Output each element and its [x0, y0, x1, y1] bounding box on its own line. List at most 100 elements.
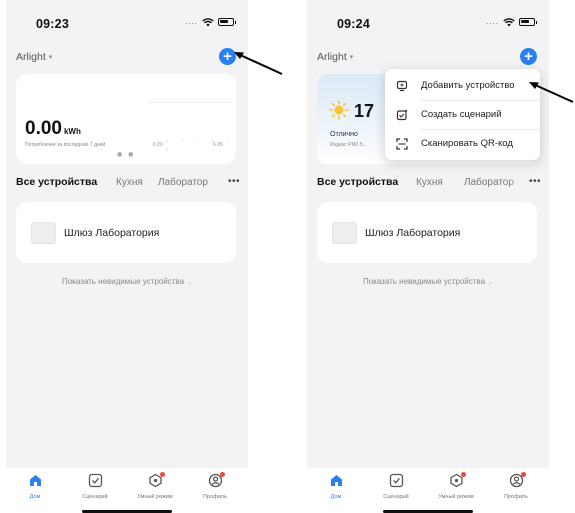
- battery-icon: [519, 18, 537, 26]
- add-device-icon: [396, 80, 408, 92]
- nav-label-smart-mode: Умный режим: [137, 494, 173, 500]
- energy-unit: kWh: [63, 127, 81, 136]
- menu-label-scan-qr: Сканировать QR-код: [421, 138, 513, 149]
- nav-item-scenario[interactable]: Сценарий: [368, 473, 424, 500]
- home-icon: [29, 475, 41, 486]
- home-name: Arlight: [16, 51, 46, 63]
- menu-label-create-scenario: Создать сценарий: [421, 109, 502, 120]
- nav-item-profile[interactable]: Профиль: [187, 472, 243, 500]
- chevron-down-icon: ⌄: [187, 280, 193, 286]
- show-hidden-devices-link[interactable]: Показать невидимые устройства ⌄: [6, 277, 248, 286]
- air-quality-label: Отлично: [330, 131, 358, 138]
- smart-mode-icon-wrap: [148, 472, 165, 488]
- air-index-label: Индекс PM2.5...: [330, 142, 367, 148]
- chart-tick-start: 6.20: [153, 142, 163, 148]
- tab-fade: [206, 176, 228, 192]
- energy-card[interactable]: 0.00 kWh Потребление за последние 7 дней …: [16, 74, 236, 164]
- menu-label-add-device: Добавить устройство: [421, 80, 515, 91]
- nav-label-smart-mode: Умный режим: [438, 494, 474, 500]
- profile-icon-wrap: [208, 472, 225, 488]
- caret-down-icon: ▾: [349, 54, 354, 61]
- arrow-icon: [529, 82, 574, 103]
- phone-screen-left: 09:23 .... Arlight ▾ + 0.00 kWh Потреблен…: [6, 0, 248, 513]
- menu-item-scan-qr[interactable]: Сканировать QR-код: [385, 129, 540, 159]
- status-bar: 09:23 ....: [6, 0, 248, 42]
- nav-label-profile: Профиль: [203, 494, 227, 500]
- sun-icon: [329, 100, 349, 120]
- home-name: Arlight: [317, 51, 347, 63]
- phone-screen-right: 09:24 .... Arlight ▾ + 17 Отлично Индекс…: [307, 0, 549, 513]
- show-hidden-devices-label: Показать невидимые устройства: [362, 277, 486, 286]
- status-time: 09:23: [36, 17, 69, 31]
- gateway-icon: [332, 222, 357, 244]
- energy-value: 0.00 kWh: [25, 118, 81, 140]
- signal-icon: ....: [486, 18, 499, 26]
- menu-item-add-device[interactable]: Добавить устройство: [385, 71, 540, 101]
- tab-kitchen[interactable]: Кухня: [416, 177, 443, 188]
- notification-badge: [159, 472, 165, 477]
- nav-item-scenario[interactable]: Сценарий: [67, 473, 123, 500]
- status-icons: ....: [185, 17, 236, 27]
- status-time: 09:24: [337, 17, 370, 31]
- menu-item-create-scenario[interactable]: Создать сценарий: [385, 100, 540, 130]
- home-header: Arlight ▾ +: [16, 48, 236, 68]
- device-card[interactable]: Шлюз Лаборатория: [16, 202, 236, 263]
- nav-label-home: Дом: [330, 494, 342, 500]
- room-tabs: Все устройства Кухня Лаборатор •••: [16, 176, 240, 192]
- nav-item-home[interactable]: Дом: [308, 473, 364, 500]
- signal-icon: ....: [185, 18, 198, 26]
- tab-all-devices[interactable]: Все устройства: [16, 176, 97, 188]
- wifi-icon: [202, 18, 214, 27]
- notification-badge: [520, 472, 526, 477]
- status-icons: ....: [486, 17, 537, 27]
- nav-item-profile[interactable]: Профиль: [488, 472, 544, 500]
- status-bar: 09:24 ....: [307, 0, 549, 42]
- nav-item-home[interactable]: Дом: [7, 473, 63, 500]
- temperature: 17: [354, 101, 375, 121]
- create-scenario-icon: [396, 109, 408, 121]
- device-name: Шлюз Лаборатория: [365, 227, 461, 239]
- more-icon[interactable]: •••: [228, 176, 240, 187]
- chart-gridline: [148, 102, 230, 103]
- tab-fade: [507, 176, 529, 192]
- smart-mode-icon-wrap: [449, 472, 466, 488]
- show-hidden-devices-label: Показать невидимые устройства: [61, 277, 185, 286]
- device-card[interactable]: Шлюз Лаборатория: [317, 202, 537, 263]
- device-name: Шлюз Лаборатория: [64, 227, 160, 239]
- tab-kitchen[interactable]: Кухня: [116, 177, 143, 188]
- scenario-icon: [88, 473, 102, 488]
- home-selector[interactable]: Arlight ▾: [317, 51, 353, 63]
- add-dropdown-menu: Добавить устройство Создать сценарий Ска…: [385, 69, 540, 160]
- energy-number: 0.00: [25, 118, 62, 139]
- room-tabs: Все устройства Кухня Лаборатор •••: [317, 176, 541, 192]
- wifi-icon: [503, 18, 515, 27]
- tab-all-devices[interactable]: Все устройства: [317, 176, 398, 188]
- chart-dots: · · · · · ·: [166, 137, 234, 155]
- bottom-nav: Дом Сценарий Умный режим Профиль: [6, 468, 248, 513]
- nav-label-scenario: Сценарий: [383, 494, 409, 500]
- nav-item-smart-mode[interactable]: Умный режим: [428, 472, 484, 500]
- battery-icon: [218, 18, 236, 26]
- profile-icon-wrap: [509, 472, 526, 488]
- home-selector[interactable]: Arlight ▾: [16, 51, 52, 63]
- energy-caption: Потребление за последние 7 дней: [25, 142, 106, 148]
- add-button[interactable]: +: [520, 48, 537, 65]
- show-hidden-devices-link[interactable]: Показать невидимые устройства ⌄: [307, 277, 549, 286]
- nav-label-home: Дом: [29, 494, 41, 500]
- nav-item-smart-mode[interactable]: Умный режим: [127, 472, 183, 500]
- chart-tick-end: 6.26: [213, 142, 223, 148]
- notification-badge: [219, 472, 225, 477]
- nav-label-profile: Профиль: [504, 494, 528, 500]
- notification-badge: [460, 472, 466, 477]
- home-header: Arlight ▾ +: [317, 48, 537, 68]
- scenario-icon: [389, 473, 403, 488]
- caret-down-icon: ▾: [48, 54, 53, 61]
- more-icon[interactable]: •••: [529, 176, 541, 187]
- scan-qr-icon: [396, 138, 408, 150]
- tab-laboratory[interactable]: Лаборатор: [158, 177, 208, 188]
- nav-label-scenario: Сценарий: [82, 494, 108, 500]
- chevron-down-icon: ⌄: [488, 280, 494, 286]
- home-icon: [330, 475, 342, 486]
- pager-dots: ● ●: [117, 151, 136, 158]
- bottom-nav: Дом Сценарий Умный режим Профиль: [307, 468, 549, 513]
